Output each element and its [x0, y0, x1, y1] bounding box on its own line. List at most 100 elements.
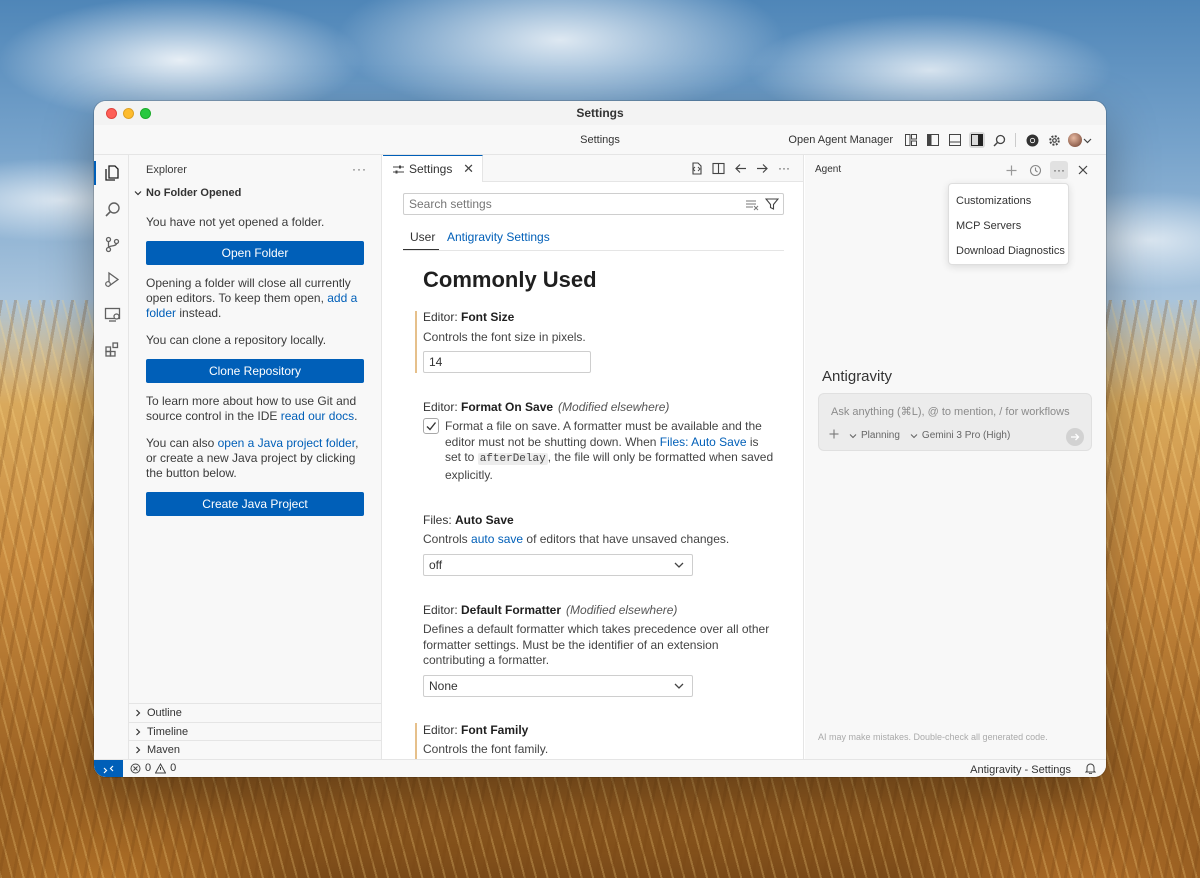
source-control-icon[interactable] — [101, 233, 123, 255]
remote-indicator[interactable] — [94, 760, 123, 777]
close-icon[interactable] — [1074, 161, 1092, 179]
text-part: Controls — [423, 532, 472, 546]
settings-tab[interactable]: Settings ✕ — [383, 155, 483, 182]
tab-label: Settings — [409, 162, 453, 176]
menu-item-download-diagnostics[interactable]: Download Diagnostics — [949, 238, 1068, 263]
toggle-panel-icon[interactable] — [947, 132, 963, 148]
arrow-right-icon[interactable] — [755, 160, 769, 176]
no-folder-section-header[interactable]: No Folder Opened — [133, 187, 241, 199]
send-button[interactable] — [1066, 428, 1084, 446]
chevron-down-icon — [910, 433, 918, 438]
avatar — [1068, 133, 1082, 147]
default-formatter-select[interactable]: None — [423, 675, 693, 697]
timeline-section[interactable]: Timeline — [129, 722, 381, 741]
gear-icon[interactable] — [1046, 132, 1062, 148]
search-actions — [745, 197, 780, 214]
agent-panel-title: Agent — [815, 164, 842, 175]
close-window-button[interactable] — [106, 108, 117, 119]
run-debug-icon[interactable] — [101, 268, 123, 290]
toggle-secondary-sidebar-icon[interactable] — [969, 132, 985, 148]
toggle-primary-sidebar-icon[interactable] — [925, 132, 941, 148]
search-icon[interactable] — [101, 198, 123, 220]
font-family-title: Editor: Font Family — [423, 723, 528, 737]
section-label: Maven — [147, 744, 181, 756]
clone-repository-button[interactable]: Clone Repository — [146, 359, 364, 383]
agent-chat-input[interactable]: Ask anything (⌘L), @ to mention, / for w… — [818, 393, 1092, 451]
text-part: instead. — [176, 306, 222, 320]
create-java-project-button[interactable]: Create Java Project — [146, 492, 364, 516]
ai-disclaimer: AI may make mistakes. Double-check all g… — [818, 732, 1048, 742]
status-right: Antigravity - Settings — [970, 762, 1097, 777]
chrome-icon[interactable] — [1024, 132, 1040, 148]
tab-user[interactable]: User — [410, 230, 435, 244]
auto-save-select[interactable]: off — [423, 554, 693, 576]
auto-save-link[interactable]: Files: Auto Save — [660, 435, 747, 449]
maven-section[interactable]: Maven — [129, 740, 381, 759]
remote-explorer-icon[interactable] — [101, 303, 123, 325]
auto-save-docs-link[interactable]: auto save — [471, 532, 523, 546]
setting-name: Font Size — [461, 310, 515, 324]
open-agent-manager-button[interactable]: Open Agent Manager — [788, 134, 893, 146]
plus-icon[interactable] — [1002, 161, 1020, 179]
activity-bar — [94, 155, 129, 759]
mode-dropdown[interactable]: Planning — [849, 430, 900, 441]
more-actions-icon[interactable]: ··· — [1050, 161, 1068, 179]
traffic-lights — [106, 108, 151, 119]
account-menu[interactable] — [1068, 133, 1092, 147]
active-indicator — [94, 161, 96, 185]
selected-value: off — [429, 558, 443, 572]
agent-panel-actions: ··· — [1002, 161, 1092, 179]
chevron-down-icon — [674, 683, 684, 689]
default-formatter-description: Defines a default formatter which takes … — [423, 622, 770, 667]
section-label: No Folder Opened — [146, 187, 242, 199]
zoom-window-button[interactable] — [140, 108, 151, 119]
font-size-input[interactable] — [423, 351, 591, 373]
clear-filter-icon[interactable] — [745, 197, 759, 214]
sidebar-title: Explorer — [146, 164, 187, 176]
menu-item-customizations[interactable]: Customizations — [949, 188, 1068, 213]
close-icon[interactable]: ✕ — [463, 161, 474, 177]
auto-save-description: Controls auto save of editors that have … — [423, 532, 773, 548]
more-actions-icon[interactable]: ··· — [352, 162, 367, 176]
layout-icon[interactable] — [903, 132, 919, 148]
open-java-folder-link[interactable]: open a Java project folder — [218, 436, 355, 450]
outline-section[interactable]: Outline — [129, 703, 381, 722]
text-part: Opening a folder will close all currentl… — [146, 276, 351, 305]
model-dropdown[interactable]: Gemini 3 Pro (High) — [910, 430, 1010, 441]
menu-item-mcp-servers[interactable]: MCP Servers — [949, 213, 1068, 238]
open-settings-json-icon[interactable] — [689, 160, 703, 176]
settings-scope-tabs: User Antigravity Settings — [403, 227, 784, 251]
settings-sliders-icon — [393, 165, 404, 173]
editor-actions: ··· — [689, 160, 791, 176]
tab-antigravity-settings[interactable]: Antigravity Settings — [447, 230, 550, 244]
git-docs-text: To learn more about how to use Git and s… — [146, 394, 368, 424]
agent-panel: Agent ··· Customizations MCP Servers Dow… — [805, 155, 1106, 759]
add-context-icon[interactable] — [829, 429, 839, 442]
format-on-save-checkbox[interactable] — [423, 418, 439, 434]
chevron-right-icon — [136, 709, 141, 717]
bell-icon[interactable] — [1084, 762, 1097, 777]
arrow-left-icon[interactable] — [733, 160, 747, 176]
font-family-description: Controls the font family. — [423, 742, 549, 756]
warning-icon — [155, 762, 167, 773]
status-window-label[interactable]: Antigravity - Settings — [970, 764, 1071, 776]
extensions-icon[interactable] — [101, 338, 123, 360]
modified-elsewhere-label: (Modified elsewhere) — [566, 603, 678, 617]
app-window: Settings Settings Open Agent Manager Exp… — [94, 101, 1106, 777]
search-icon[interactable] — [991, 132, 1007, 148]
split-editor-icon[interactable] — [711, 160, 725, 176]
section-label: Outline — [147, 707, 182, 719]
explorer-icon[interactable] — [101, 162, 123, 184]
open-folder-button[interactable]: Open Folder — [146, 241, 364, 265]
app-title: Settings — [580, 133, 620, 146]
text-part: of editors that have unsaved changes. — [523, 532, 730, 546]
history-icon[interactable] — [1026, 161, 1044, 179]
problems-indicator[interactable]: 0 0 — [130, 762, 176, 774]
filter-icon[interactable] — [764, 197, 780, 214]
settings-search — [403, 193, 784, 215]
editor-tab-bar: Settings ✕ ··· — [383, 155, 803, 182]
minimize-window-button[interactable] — [123, 108, 134, 119]
more-actions-icon[interactable]: ··· — [777, 160, 791, 176]
search-input[interactable] — [409, 197, 729, 211]
read-docs-link[interactable]: read our docs — [281, 409, 354, 423]
